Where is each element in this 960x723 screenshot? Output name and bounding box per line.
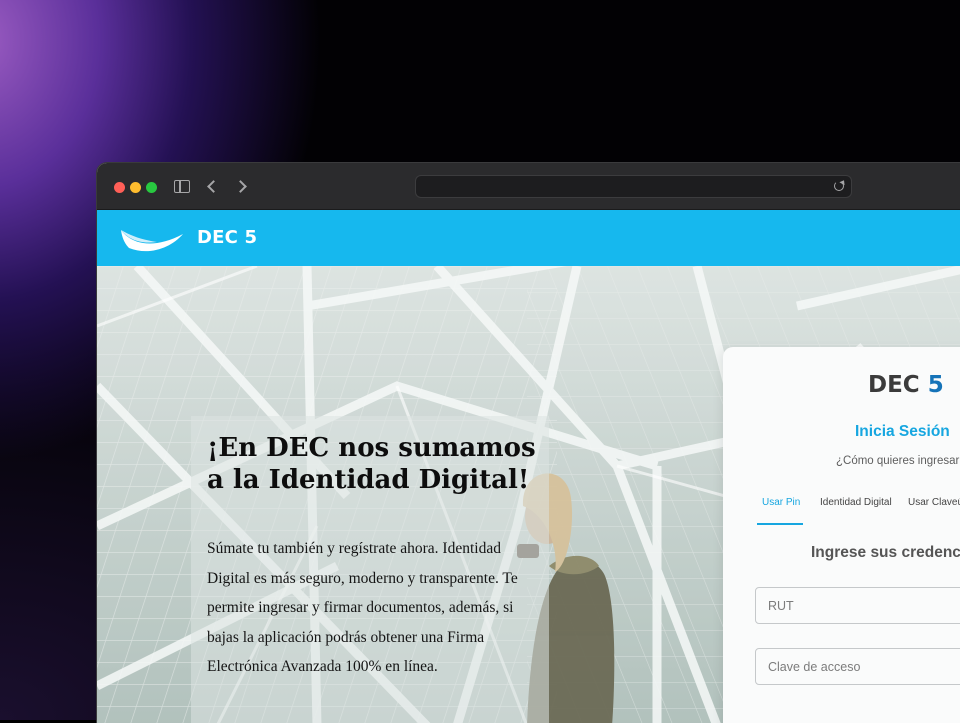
reload-icon[interactable] <box>834 181 844 191</box>
back-arrow-icon[interactable] <box>207 180 220 193</box>
sidebar-toggle-icon[interactable] <box>174 180 190 193</box>
tab-clave-unica[interactable]: Usar Claveú <box>903 497 960 525</box>
minimize-window-button[interactable] <box>130 182 141 193</box>
zoom-window-button[interactable] <box>146 182 157 193</box>
site-brand-name[interactable]: DEC 5 <box>197 227 257 248</box>
close-window-button[interactable] <box>114 182 125 193</box>
tab-usar-pin[interactable]: Usar Pin <box>757 497 803 525</box>
dec-logo-icon[interactable] <box>119 224 185 254</box>
login-title: Inicia Sesión <box>855 423 950 440</box>
rut-input[interactable] <box>755 587 960 624</box>
login-logo-text: DEC <box>868 372 920 398</box>
hero-section: ¡En DEC nos sumamos a la Identidad Digit… <box>97 266 960 723</box>
address-bar[interactable] <box>415 175 852 198</box>
login-logo: DEC 5 <box>868 372 944 398</box>
site-header: DEC 5 <box>97 210 960 266</box>
credentials-heading: Ingrese sus credenci <box>811 544 960 561</box>
login-card: DEC 5 Inicia Sesión ¿Cómo quieres ingres… <box>723 347 960 723</box>
browser-window: DEC 5 ¡En DEC nos sumamos a la Identidad… <box>97 163 960 723</box>
hero-description: Súmate tu también y regístrate ahora. Id… <box>207 540 518 675</box>
password-input[interactable] <box>755 648 960 685</box>
hero-title: ¡En DEC nos sumamos a la Identidad Digit… <box>207 433 536 495</box>
login-subtitle: ¿Cómo quieres ingresar <box>836 455 960 467</box>
browser-toolbar <box>97 163 960 210</box>
forward-arrow-icon[interactable] <box>234 180 247 193</box>
login-logo-number: 5 <box>927 372 944 398</box>
tab-identidad-digital[interactable]: Identidad Digital <box>815 497 897 525</box>
login-method-tabs: Usar Pin Identidad Digital Usar Claveú <box>757 497 960 527</box>
hero-message-box: ¡En DEC nos sumamos a la Identidad Digit… <box>191 416 549 723</box>
